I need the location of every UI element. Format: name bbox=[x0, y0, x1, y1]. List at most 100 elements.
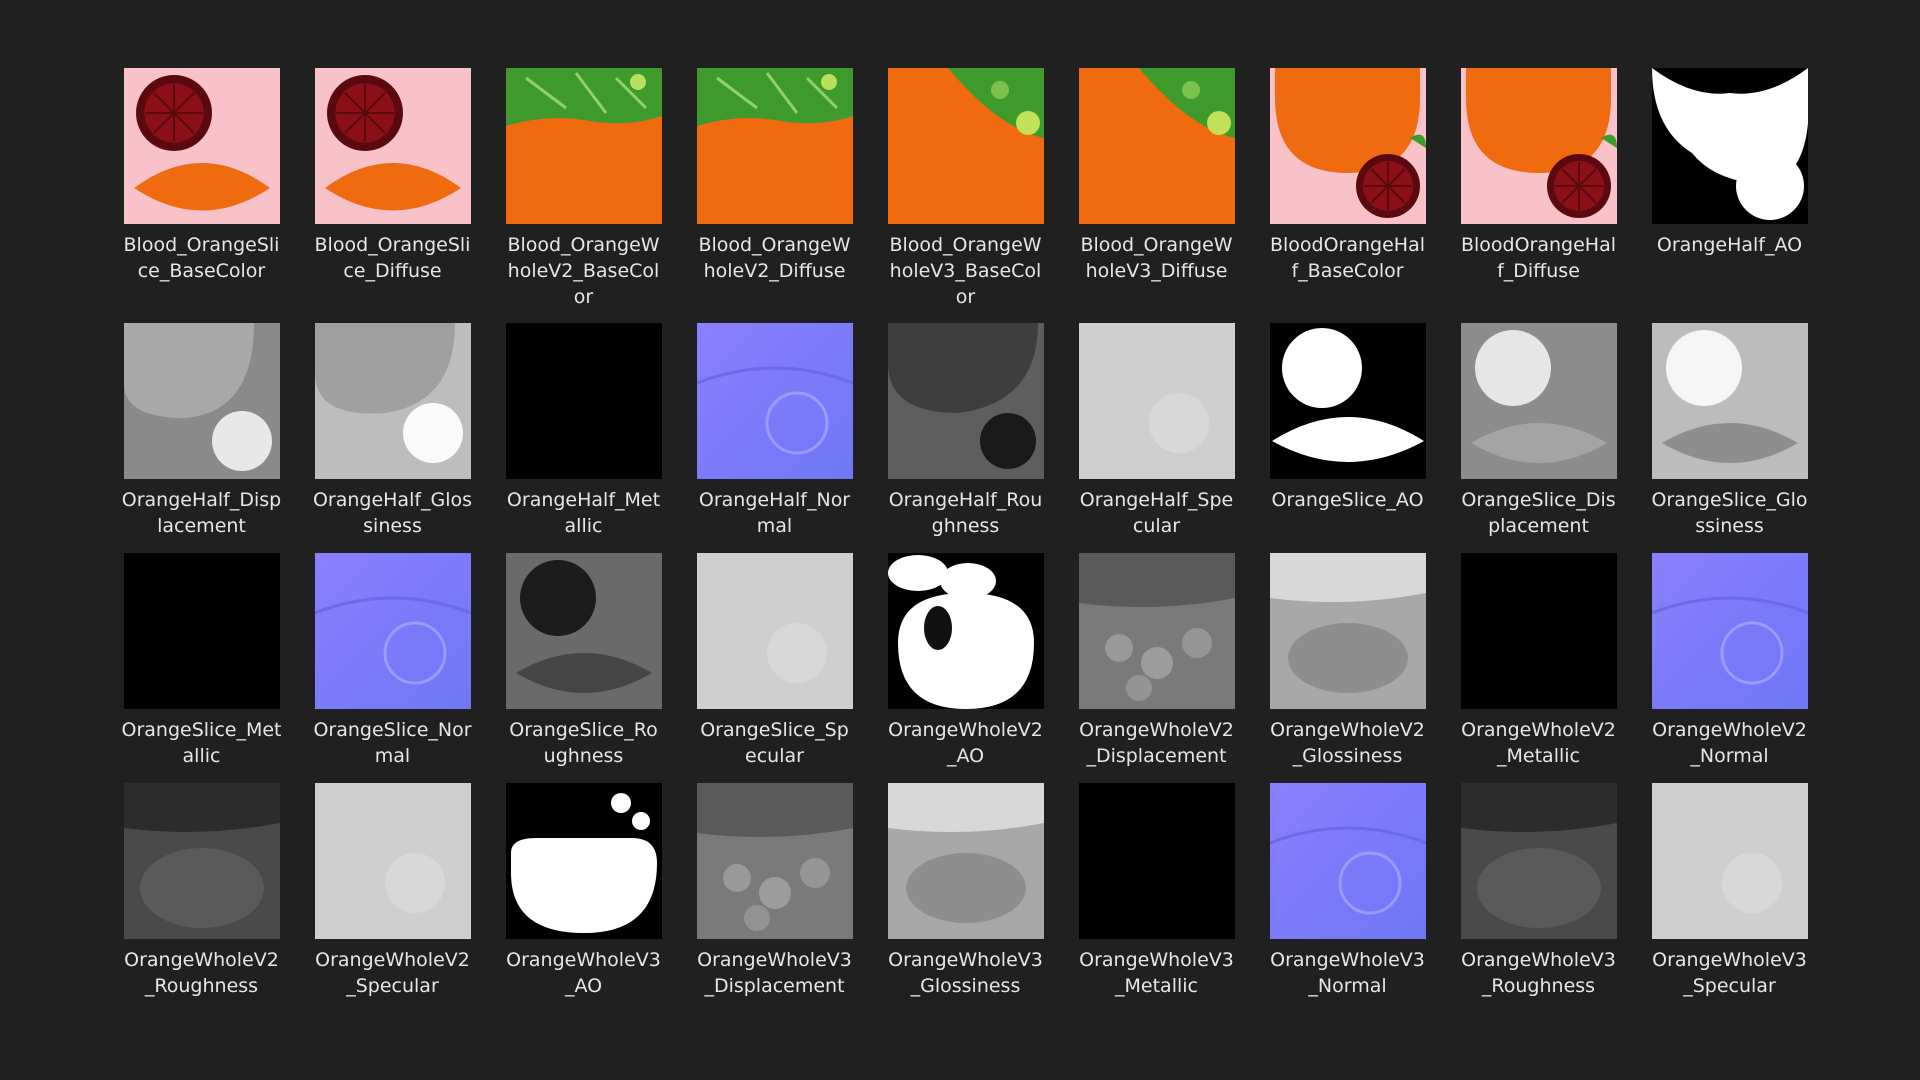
file-name-label[interactable]: OrangeHalf_Normal bbox=[695, 487, 855, 539]
file-name-label[interactable]: OrangeHalf_Metallic bbox=[504, 487, 664, 539]
file-name-label[interactable]: Blood_OrangeWholeV2_BaseColor bbox=[504, 232, 664, 310]
file-item[interactable]: OrangeSlice_Displacement bbox=[1443, 315, 1634, 545]
file-thumbnail-icon[interactable] bbox=[1078, 323, 1235, 479]
file-thumbnail-icon[interactable] bbox=[123, 68, 280, 224]
file-name-label[interactable]: OrangeHalf_Specular bbox=[1077, 487, 1237, 539]
file-thumbnail-icon[interactable] bbox=[1269, 783, 1426, 939]
file-item[interactable]: OrangeHalf_Metallic bbox=[488, 315, 679, 545]
file-thumbnail-icon[interactable] bbox=[696, 783, 853, 939]
file-thumbnail-icon[interactable] bbox=[1269, 553, 1426, 709]
file-thumbnail-icon[interactable] bbox=[696, 68, 853, 224]
file-item[interactable]: OrangeHalf_Glossiness bbox=[297, 315, 488, 545]
file-thumbnail-icon[interactable] bbox=[887, 323, 1044, 479]
file-thumbnail-icon[interactable] bbox=[123, 553, 280, 709]
file-name-label[interactable]: Blood_OrangeWholeV3_Diffuse bbox=[1077, 232, 1237, 284]
file-thumbnail-icon[interactable] bbox=[314, 323, 471, 479]
file-item[interactable]: OrangeSlice_Roughness bbox=[488, 545, 679, 775]
file-name-label[interactable]: OrangeHalf_Glossiness bbox=[313, 487, 473, 539]
file-thumbnail-icon[interactable] bbox=[314, 553, 471, 709]
file-item[interactable]: OrangeHalf_Specular bbox=[1061, 315, 1252, 545]
file-name-label[interactable]: Blood_OrangeSlice_BaseColor bbox=[122, 232, 282, 284]
file-thumbnail-icon[interactable] bbox=[505, 323, 662, 479]
file-name-label[interactable]: OrangeSlice_Metallic bbox=[122, 717, 282, 769]
file-item[interactable]: OrangeWholeV3_Roughness bbox=[1443, 775, 1634, 1005]
file-thumbnail-icon[interactable] bbox=[1078, 553, 1235, 709]
file-name-label[interactable]: OrangeWholeV3_Glossiness bbox=[886, 947, 1046, 999]
file-thumbnail-icon[interactable] bbox=[1078, 783, 1235, 939]
file-item[interactable]: OrangeWholeV3_AO bbox=[488, 775, 679, 1005]
file-item[interactable]: BloodOrangeHalf_BaseColor bbox=[1252, 60, 1443, 315]
file-name-label[interactable]: OrangeWholeV3_Roughness bbox=[1459, 947, 1619, 999]
file-item[interactable]: OrangeHalf_Displacement bbox=[106, 315, 297, 545]
file-name-label[interactable]: Blood_OrangeSlice_Diffuse bbox=[313, 232, 473, 284]
file-thumbnail-icon[interactable] bbox=[314, 68, 471, 224]
file-item[interactable]: OrangeWholeV2_Displacement bbox=[1061, 545, 1252, 775]
file-thumbnail-icon[interactable] bbox=[1651, 68, 1808, 224]
file-name-label[interactable]: Blood_OrangeWholeV3_BaseColor bbox=[886, 232, 1046, 310]
file-item[interactable]: OrangeWholeV2_Specular bbox=[297, 775, 488, 1005]
file-item[interactable]: Blood_OrangeSlice_BaseColor bbox=[106, 60, 297, 315]
file-item[interactable]: OrangeWholeV3_Specular bbox=[1634, 775, 1825, 1005]
file-item[interactable]: OrangeHalf_Normal bbox=[679, 315, 870, 545]
file-thumbnail-icon[interactable] bbox=[696, 553, 853, 709]
file-thumbnail-icon[interactable] bbox=[1651, 323, 1808, 479]
file-name-label[interactable]: OrangeSlice_Normal bbox=[313, 717, 473, 769]
file-thumbnail-icon[interactable] bbox=[1269, 68, 1426, 224]
file-item[interactable]: Blood_OrangeWholeV3_BaseColor bbox=[870, 60, 1061, 315]
file-name-label[interactable]: Blood_OrangeWholeV2_Diffuse bbox=[695, 232, 855, 284]
file-thumbnail-icon[interactable] bbox=[887, 68, 1044, 224]
file-name-label[interactable]: OrangeWholeV3_Specular bbox=[1650, 947, 1810, 999]
file-name-label[interactable]: OrangeWholeV2_Normal bbox=[1650, 717, 1810, 769]
file-item[interactable]: OrangeWholeV2_Metallic bbox=[1443, 545, 1634, 775]
file-item[interactable]: OrangeHalf_Roughness bbox=[870, 315, 1061, 545]
file-thumbnail-icon[interactable] bbox=[505, 553, 662, 709]
file-item[interactable]: Blood_OrangeWholeV2_BaseColor bbox=[488, 60, 679, 315]
file-name-label[interactable]: OrangeSlice_Specular bbox=[695, 717, 855, 769]
file-thumbnail-icon[interactable] bbox=[1460, 68, 1617, 224]
file-item[interactable]: OrangeHalf_AO bbox=[1634, 60, 1825, 315]
file-thumbnail-icon[interactable] bbox=[505, 68, 662, 224]
file-thumbnail-icon[interactable] bbox=[505, 783, 662, 939]
file-item[interactable]: OrangeWholeV3_Glossiness bbox=[870, 775, 1061, 1005]
file-name-label[interactable]: OrangeWholeV2_AO bbox=[886, 717, 1046, 769]
file-thumbnail-icon[interactable] bbox=[123, 783, 280, 939]
file-name-label[interactable]: OrangeWholeV2_Metallic bbox=[1459, 717, 1619, 769]
file-name-label[interactable]: OrangeSlice_Glossiness bbox=[1650, 487, 1810, 539]
file-name-label[interactable]: OrangeWholeV3_Metallic bbox=[1077, 947, 1237, 999]
file-item[interactable]: OrangeSlice_Normal bbox=[297, 545, 488, 775]
file-name-label[interactable]: OrangeWholeV2_Roughness bbox=[122, 947, 282, 999]
file-name-label[interactable]: OrangeSlice_Roughness bbox=[504, 717, 664, 769]
file-thumbnail-icon[interactable] bbox=[314, 783, 471, 939]
file-thumbnail-icon[interactable] bbox=[1078, 68, 1235, 224]
file-item[interactable]: OrangeSlice_AO bbox=[1252, 315, 1443, 545]
file-item[interactable]: OrangeWholeV3_Displacement bbox=[679, 775, 870, 1005]
file-thumbnail-icon[interactable] bbox=[1651, 783, 1808, 939]
file-name-label[interactable]: OrangeHalf_Displacement bbox=[122, 487, 282, 539]
file-name-label[interactable]: OrangeWholeV3_Normal bbox=[1268, 947, 1428, 999]
file-name-label[interactable]: BloodOrangeHalf_Diffuse bbox=[1459, 232, 1619, 284]
file-thumbnail-icon[interactable] bbox=[1460, 783, 1617, 939]
file-thumbnail-icon[interactable] bbox=[887, 783, 1044, 939]
file-thumbnail-icon[interactable] bbox=[1651, 553, 1808, 709]
file-item[interactable]: Blood_OrangeSlice_Diffuse bbox=[297, 60, 488, 315]
file-name-label[interactable]: BloodOrangeHalf_BaseColor bbox=[1268, 232, 1428, 284]
file-thumbnail-icon[interactable] bbox=[123, 323, 280, 479]
file-name-label[interactable]: OrangeWholeV3_AO bbox=[504, 947, 664, 999]
file-name-label[interactable]: OrangeSlice_Displacement bbox=[1459, 487, 1619, 539]
file-thumbnail-icon[interactable] bbox=[887, 553, 1044, 709]
file-name-label[interactable]: OrangeHalf_Roughness bbox=[886, 487, 1046, 539]
file-item[interactable]: OrangeWholeV3_Normal bbox=[1252, 775, 1443, 1005]
file-item[interactable]: OrangeSlice_Glossiness bbox=[1634, 315, 1825, 545]
file-thumbnail-icon[interactable] bbox=[1460, 553, 1617, 709]
file-thumbnail-icon[interactable] bbox=[1460, 323, 1617, 479]
file-item[interactable]: OrangeSlice_Specular bbox=[679, 545, 870, 775]
file-name-label[interactable]: OrangeSlice_AO bbox=[1268, 487, 1428, 513]
file-name-label[interactable]: OrangeWholeV2_Glossiness bbox=[1268, 717, 1428, 769]
file-item[interactable]: OrangeSlice_Metallic bbox=[106, 545, 297, 775]
file-item[interactable]: Blood_OrangeWholeV3_Diffuse bbox=[1061, 60, 1252, 315]
file-item[interactable]: OrangeWholeV2_AO bbox=[870, 545, 1061, 775]
file-name-label[interactable]: OrangeHalf_AO bbox=[1650, 232, 1810, 258]
file-thumbnail-icon[interactable] bbox=[696, 323, 853, 479]
file-item[interactable]: OrangeWholeV3_Metallic bbox=[1061, 775, 1252, 1005]
file-item[interactable]: OrangeWholeV2_Normal bbox=[1634, 545, 1825, 775]
